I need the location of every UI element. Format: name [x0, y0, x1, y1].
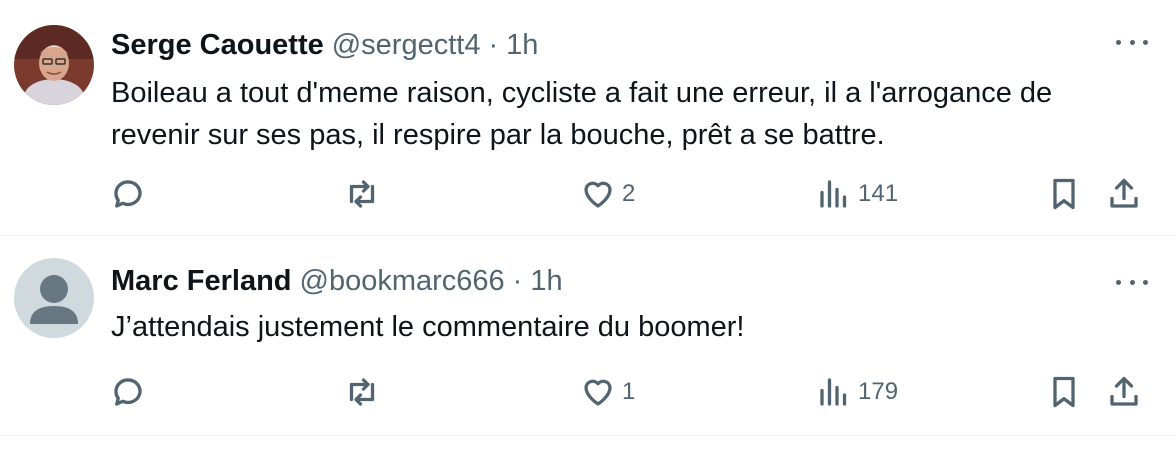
retweet-button[interactable] — [344, 172, 380, 216]
separator-dot: · — [512, 265, 523, 297]
tweet-1[interactable]: Serge Caouette @sergectt4 · 1h Boileau a… — [0, 0, 1176, 236]
bookmark-icon — [1053, 178, 1075, 210]
bookmark-icon — [1053, 376, 1075, 408]
separator-dot: · — [488, 29, 499, 61]
views-button[interactable]: 141 — [816, 172, 898, 216]
more-icon[interactable] — [1116, 272, 1148, 292]
tweet-2[interactable]: Marc Ferland @bookmarc666 · 1h J’attenda… — [0, 236, 1176, 436]
retweet-icon — [349, 180, 375, 208]
tweet-text: J’attendais justement le commentaire du … — [111, 311, 745, 343]
views-icon — [820, 378, 847, 406]
avatar[interactable] — [14, 25, 94, 105]
like-count: 2 — [622, 180, 636, 207]
like-button[interactable]: 1 — [580, 370, 635, 414]
reply-button[interactable] — [110, 172, 146, 216]
share-button[interactable] — [1106, 370, 1142, 414]
avatar[interactable] — [14, 258, 94, 338]
reply-icon — [114, 378, 142, 406]
author-name[interactable]: Serge Caouette — [111, 26, 324, 64]
share-icon — [1110, 376, 1138, 406]
retweet-icon — [349, 378, 375, 406]
bookmark-button[interactable] — [1046, 370, 1082, 414]
tweet-header: Marc Ferland @bookmarc666 · 1h — [111, 262, 563, 300]
reply-button[interactable] — [110, 370, 146, 414]
like-button[interactable]: 2 — [580, 172, 635, 216]
share-button[interactable] — [1106, 172, 1142, 216]
action-bar: 1 179 — [108, 370, 1148, 414]
views-button[interactable]: 179 — [816, 370, 898, 414]
view-count: 141 — [858, 180, 899, 207]
views-icon — [820, 180, 847, 208]
bookmark-button[interactable] — [1046, 172, 1082, 216]
author-handle[interactable]: @sergectt4 — [332, 26, 481, 64]
heart-icon — [584, 181, 612, 208]
timestamp[interactable]: 1h — [506, 26, 538, 64]
view-count: 179 — [858, 378, 899, 405]
heart-icon — [584, 379, 612, 406]
action-bar: 2 141 — [108, 172, 1148, 216]
author-name[interactable]: Marc Ferland — [111, 262, 292, 300]
retweet-button[interactable] — [344, 370, 380, 414]
timestamp[interactable]: 1h — [530, 262, 562, 300]
more-icon[interactable] — [1116, 32, 1148, 52]
share-icon — [1110, 178, 1138, 208]
tweet-text: Boileau a tout d'meme raison, cycliste a… — [111, 77, 1053, 151]
tweet-header: Serge Caouette @sergectt4 · 1h — [111, 26, 538, 64]
like-count: 1 — [622, 378, 636, 405]
author-handle[interactable]: @bookmarc666 — [300, 262, 505, 300]
reply-icon — [114, 180, 142, 208]
